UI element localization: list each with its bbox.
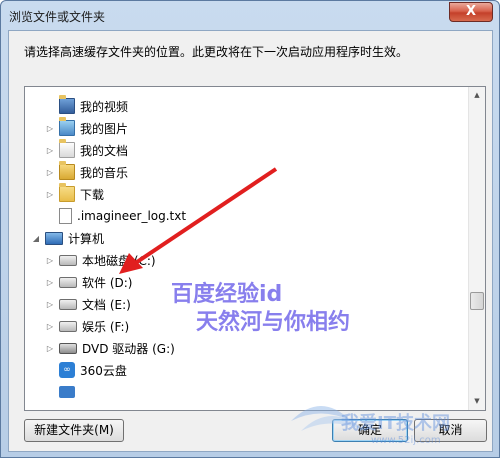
picture-library-icon <box>59 117 75 136</box>
tree-item-dvd-g[interactable]: ▷ DVD 驱动器 (G:) <box>45 337 175 359</box>
document-library-icon <box>59 139 75 158</box>
tree-item-computer[interactable]: ◢ 计算机 <box>31 227 104 249</box>
tree-item-pictures[interactable]: ▷ 我的图片 <box>45 117 128 139</box>
tree-item-label: 文档 (E:) <box>82 297 131 312</box>
tree-item-documents[interactable]: ▷ 我的文档 <box>45 139 128 161</box>
collapse-arrow-icon[interactable]: ◢ <box>31 233 41 243</box>
video-library-icon <box>59 95 75 114</box>
expand-arrow-icon[interactable]: ▷ <box>45 343 55 353</box>
expand-arrow-icon[interactable]: ▷ <box>45 145 55 155</box>
instruction-text: 请选择高速缓存文件夹的位置。此更改将在下一次启动应用程序时生效。 <box>24 45 409 59</box>
watermark-text-2: 天然河与你相约 <box>196 310 351 335</box>
text-file-icon <box>59 208 72 224</box>
expand-arrow-icon[interactable]: ▷ <box>45 299 55 309</box>
dialog-title: 浏览文件或文件夹 <box>9 10 106 24</box>
tree-item-drive-c[interactable]: ▷ 本地磁盘 (C:) <box>45 249 156 271</box>
expand-arrow-icon[interactable]: ▷ <box>45 321 55 331</box>
tree-item-label: 计算机 <box>68 231 105 246</box>
expand-arrow-icon[interactable]: ▷ <box>45 277 55 287</box>
cloud-drive-icon: ∞ <box>59 362 75 378</box>
music-library-icon <box>59 161 75 180</box>
tree-item-videos[interactable]: 我的视频 <box>45 95 128 117</box>
expand-arrow-icon[interactable]: ▷ <box>45 167 55 177</box>
tree-item-log-file[interactable]: .imagineer_log.txt <box>45 205 186 227</box>
local-disk-icon <box>59 254 77 266</box>
tree-item-label: 360云盘 <box>80 363 127 378</box>
scroll-up-icon[interactable]: ▲ <box>469 87 485 104</box>
expand-arrow-icon[interactable]: ▷ <box>45 123 55 133</box>
folder-tree[interactable]: 我的视频 ▷ 我的图片 ▷ 我的文档 ▷ 我的音乐 ▷ 下载 .imaginee… <box>24 86 486 411</box>
tree-item-label: .imagineer_log.txt <box>77 209 187 223</box>
tree-item-drive-e[interactable]: ▷ 文档 (E:) <box>45 293 131 315</box>
tree-item-label: 娱乐 (F:) <box>82 319 130 334</box>
tree-item-label: 下载 <box>80 187 105 202</box>
tree-item-label: 我的音乐 <box>80 165 129 180</box>
tree-item-drive-d[interactable]: ▷ 软件 (D:) <box>45 271 133 293</box>
tree-item-music[interactable]: ▷ 我的音乐 <box>45 161 128 183</box>
expand-arrow-icon[interactable]: ▷ <box>45 189 55 199</box>
watermark-url: www.52ij.com <box>371 435 441 446</box>
tree-item-label: 我的图片 <box>80 121 129 136</box>
tree-item-label: 我的视频 <box>80 99 129 114</box>
tree-item-label: 我的文档 <box>80 143 129 158</box>
disk-icon <box>59 320 77 332</box>
close-button[interactable]: X <box>449 2 493 22</box>
tree-item-drive-f[interactable]: ▷ 娱乐 (F:) <box>45 315 129 337</box>
disk-icon <box>59 298 77 310</box>
computer-icon <box>45 231 63 245</box>
dvd-drive-icon <box>59 342 77 354</box>
browse-folder-dialog: 浏览文件或文件夹 X 请选择高速缓存文件夹的位置。此更改将在下一次启动应用程序时… <box>0 0 500 458</box>
tree-item-network-partial[interactable] <box>45 381 80 403</box>
expand-arrow-icon[interactable]: ▷ <box>45 255 55 265</box>
tree-item-label: DVD 驱动器 (G:) <box>82 341 175 356</box>
new-folder-button[interactable]: 新建文件夹(M) <box>24 419 124 442</box>
watermark-logo-text: 我爱IT技术网 <box>341 413 450 434</box>
network-icon <box>59 386 75 398</box>
tree-item-downloads[interactable]: ▷ 下载 <box>45 183 104 205</box>
downloads-folder-icon <box>59 183 75 202</box>
tree-item-label: 本地磁盘 (C:) <box>82 253 156 268</box>
vertical-scrollbar[interactable]: ▲ ▼ <box>468 87 485 410</box>
disk-icon <box>59 276 77 288</box>
tree-item-label: 软件 (D:) <box>82 275 133 290</box>
tree-item-360-cloud[interactable]: ∞ 360云盘 <box>45 359 127 381</box>
scroll-thumb[interactable] <box>470 292 484 310</box>
title-bar[interactable]: 浏览文件或文件夹 X <box>1 1 499 31</box>
